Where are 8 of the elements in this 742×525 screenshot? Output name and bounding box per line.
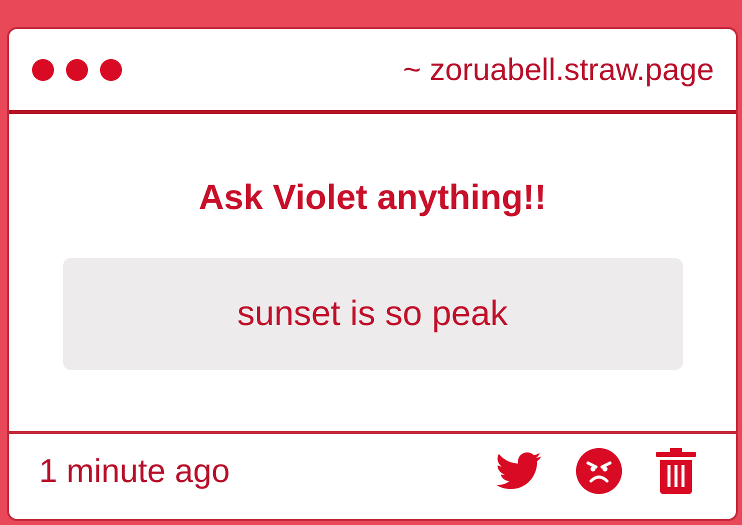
angry-face-icon[interactable] — [576, 448, 622, 494]
bird-icon[interactable] — [496, 452, 542, 490]
trash-icon[interactable] — [656, 448, 696, 494]
page-title: Ask Violet anything!! — [198, 178, 546, 218]
page-address: ~ zoruabell.straw.page — [402, 52, 714, 88]
message-box: sunset is so peak — [62, 258, 682, 370]
window-dots-icon — [31, 58, 123, 82]
timestamp: 1 minute ago — [39, 452, 230, 490]
